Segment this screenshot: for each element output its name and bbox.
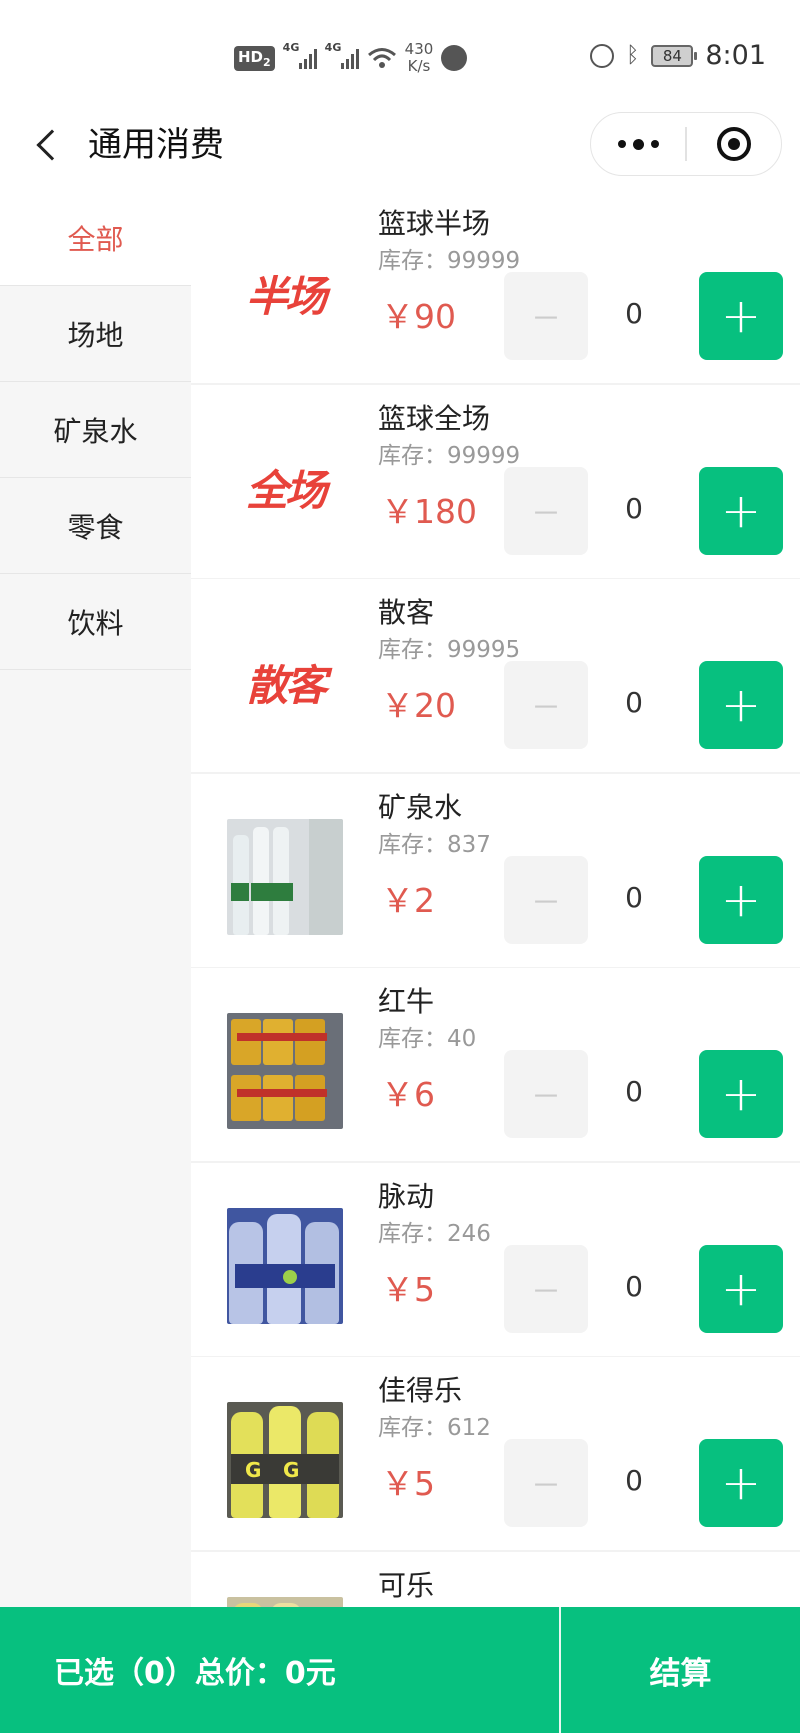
product-price: ￥5 bbox=[381, 1464, 435, 1503]
hd-badge: HD2 bbox=[234, 45, 275, 71]
increase-button[interactable]: + bbox=[699, 272, 783, 360]
quantity: 0 bbox=[625, 1464, 643, 1497]
product-name: 矿泉水 bbox=[378, 790, 463, 824]
wifi-icon bbox=[367, 48, 396, 68]
product-price: ￥180 bbox=[381, 491, 477, 531]
close-mini-program-button[interactable] bbox=[687, 113, 781, 175]
mini-program-capsule bbox=[590, 112, 782, 176]
decrease-button[interactable]: － bbox=[504, 1439, 588, 1527]
product-name: 篮球全场 bbox=[378, 401, 491, 435]
increase-button[interactable]: + bbox=[699, 1439, 783, 1527]
category-venue[interactable]: 场地 bbox=[0, 286, 191, 382]
decrease-button[interactable]: － bbox=[504, 1244, 588, 1333]
product-name: 脉动 bbox=[378, 1179, 435, 1213]
category-drinks[interactable]: 饮料 bbox=[0, 574, 191, 670]
alarm-icon bbox=[590, 43, 615, 68]
bottom-bar: 已选（0）总价：0元 结算 bbox=[0, 1607, 800, 1733]
increase-button[interactable]: + bbox=[699, 661, 783, 749]
cart-summary: 已选（0）总价：0元 bbox=[54, 1656, 336, 1691]
status-right: ᛒ 84 8:01 bbox=[590, 40, 766, 71]
product-item: 全场 篮球全场 库存：99999 ￥180 － 0 + bbox=[191, 384, 800, 578]
increase-button[interactable]: + bbox=[699, 1050, 783, 1138]
category-all[interactable]: 全部 bbox=[0, 190, 191, 286]
product-price: ￥6 bbox=[381, 1075, 435, 1114]
water-bottle-image bbox=[227, 818, 343, 935]
product-name: 佳得乐 bbox=[378, 1374, 463, 1407]
increase-button[interactable]: + bbox=[699, 855, 783, 944]
category-sidebar: 全部 场地 矿泉水 零食 饮料 bbox=[0, 190, 191, 1607]
decrease-button[interactable]: － bbox=[504, 661, 588, 749]
nav-bar: 通用消费 bbox=[0, 100, 800, 190]
decrease-button[interactable]: － bbox=[504, 272, 588, 360]
product-stock: 库存：246 bbox=[378, 1220, 491, 1247]
product-item: 散客 散客 库存：99995 ￥20 － 0 + bbox=[191, 579, 800, 772]
product-item: 脉动 库存：246 ￥5 － 0 + bbox=[191, 1162, 800, 1356]
product-item: 可乐 bbox=[191, 1551, 800, 1607]
product-price: ￥90 bbox=[381, 297, 456, 336]
product-image: 散客 bbox=[245, 660, 327, 710]
product-stock: 库存：99995 bbox=[378, 637, 521, 663]
mizone-image bbox=[227, 1207, 343, 1324]
signal-1-icon: 4G bbox=[283, 41, 317, 69]
status-left: HD2 4G 4G 430 K/s bbox=[234, 38, 468, 78]
quantity: 0 bbox=[625, 297, 643, 330]
checkout-button[interactable]: 结算 bbox=[561, 1607, 800, 1733]
category-mineral-water[interactable]: 矿泉水 bbox=[0, 382, 191, 478]
quantity: 0 bbox=[625, 1269, 643, 1303]
increase-button[interactable]: + bbox=[699, 1244, 783, 1333]
increase-button[interactable]: + bbox=[699, 466, 783, 555]
more-dots-icon bbox=[617, 140, 626, 148]
product-image: 全场 bbox=[245, 466, 327, 515]
clock: 8:01 bbox=[705, 40, 766, 71]
cola-image bbox=[227, 1596, 343, 1607]
page-title: 通用消费 bbox=[88, 125, 224, 165]
target-close-icon bbox=[716, 127, 751, 161]
product-item: 矿泉水 库存：837 ￥2 － 0 + bbox=[191, 773, 800, 967]
red-bull-image bbox=[227, 1013, 343, 1129]
product-stock: 库存：99999 bbox=[378, 442, 521, 469]
signal-2-icon: 4G bbox=[325, 41, 359, 69]
product-item: 半场 篮球半场 库存：99999 ￥90 － 0 + bbox=[191, 190, 800, 383]
status-bar: HD2 4G 4G 430 K/s ᛒ 84 8:01 bbox=[0, 0, 800, 100]
product-name: 可乐 bbox=[378, 1568, 435, 1602]
product-name: 红牛 bbox=[378, 985, 435, 1018]
product-name: 篮球半场 bbox=[378, 207, 491, 240]
battery-icon: 84 bbox=[651, 44, 698, 67]
product-price: ￥2 bbox=[381, 880, 435, 920]
product-name: 散客 bbox=[378, 596, 435, 629]
product-stock: 库存：40 bbox=[378, 1026, 477, 1052]
category-snacks[interactable]: 零食 bbox=[0, 478, 191, 574]
back-button[interactable] bbox=[26, 122, 70, 168]
product-item: 红牛 库存：40 ￥6 － 0 + bbox=[191, 968, 800, 1161]
more-button[interactable] bbox=[591, 113, 685, 175]
decrease-button[interactable]: － bbox=[504, 1050, 588, 1138]
product-item: G G 佳得乐 库存：612 ￥5 － 0 + bbox=[191, 1357, 800, 1550]
product-price: ￥5 bbox=[381, 1269, 435, 1309]
product-price: ￥20 bbox=[381, 686, 456, 725]
quantity: 0 bbox=[625, 491, 643, 525]
decrease-button[interactable]: － bbox=[504, 466, 588, 555]
bluetooth-icon: ᛒ bbox=[626, 43, 640, 68]
product-stock: 库存：837 bbox=[378, 831, 491, 858]
chevron-left-icon bbox=[36, 129, 68, 161]
app-notification-icon bbox=[441, 45, 468, 71]
product-stock: 库存：612 bbox=[378, 1415, 491, 1441]
quantity: 0 bbox=[625, 880, 643, 914]
product-list[interactable]: 半场 篮球半场 库存：99999 ￥90 － 0 + 全场 篮球全场 库存：99… bbox=[191, 190, 800, 1607]
product-stock: 库存：99999 bbox=[378, 248, 521, 274]
net-speed: 430 K/s bbox=[404, 40, 434, 75]
gatorade-image: G G bbox=[227, 1402, 343, 1518]
quantity: 0 bbox=[625, 1075, 643, 1108]
quantity: 0 bbox=[625, 686, 643, 719]
product-image: 半场 bbox=[245, 271, 327, 321]
decrease-button[interactable]: － bbox=[504, 855, 588, 944]
